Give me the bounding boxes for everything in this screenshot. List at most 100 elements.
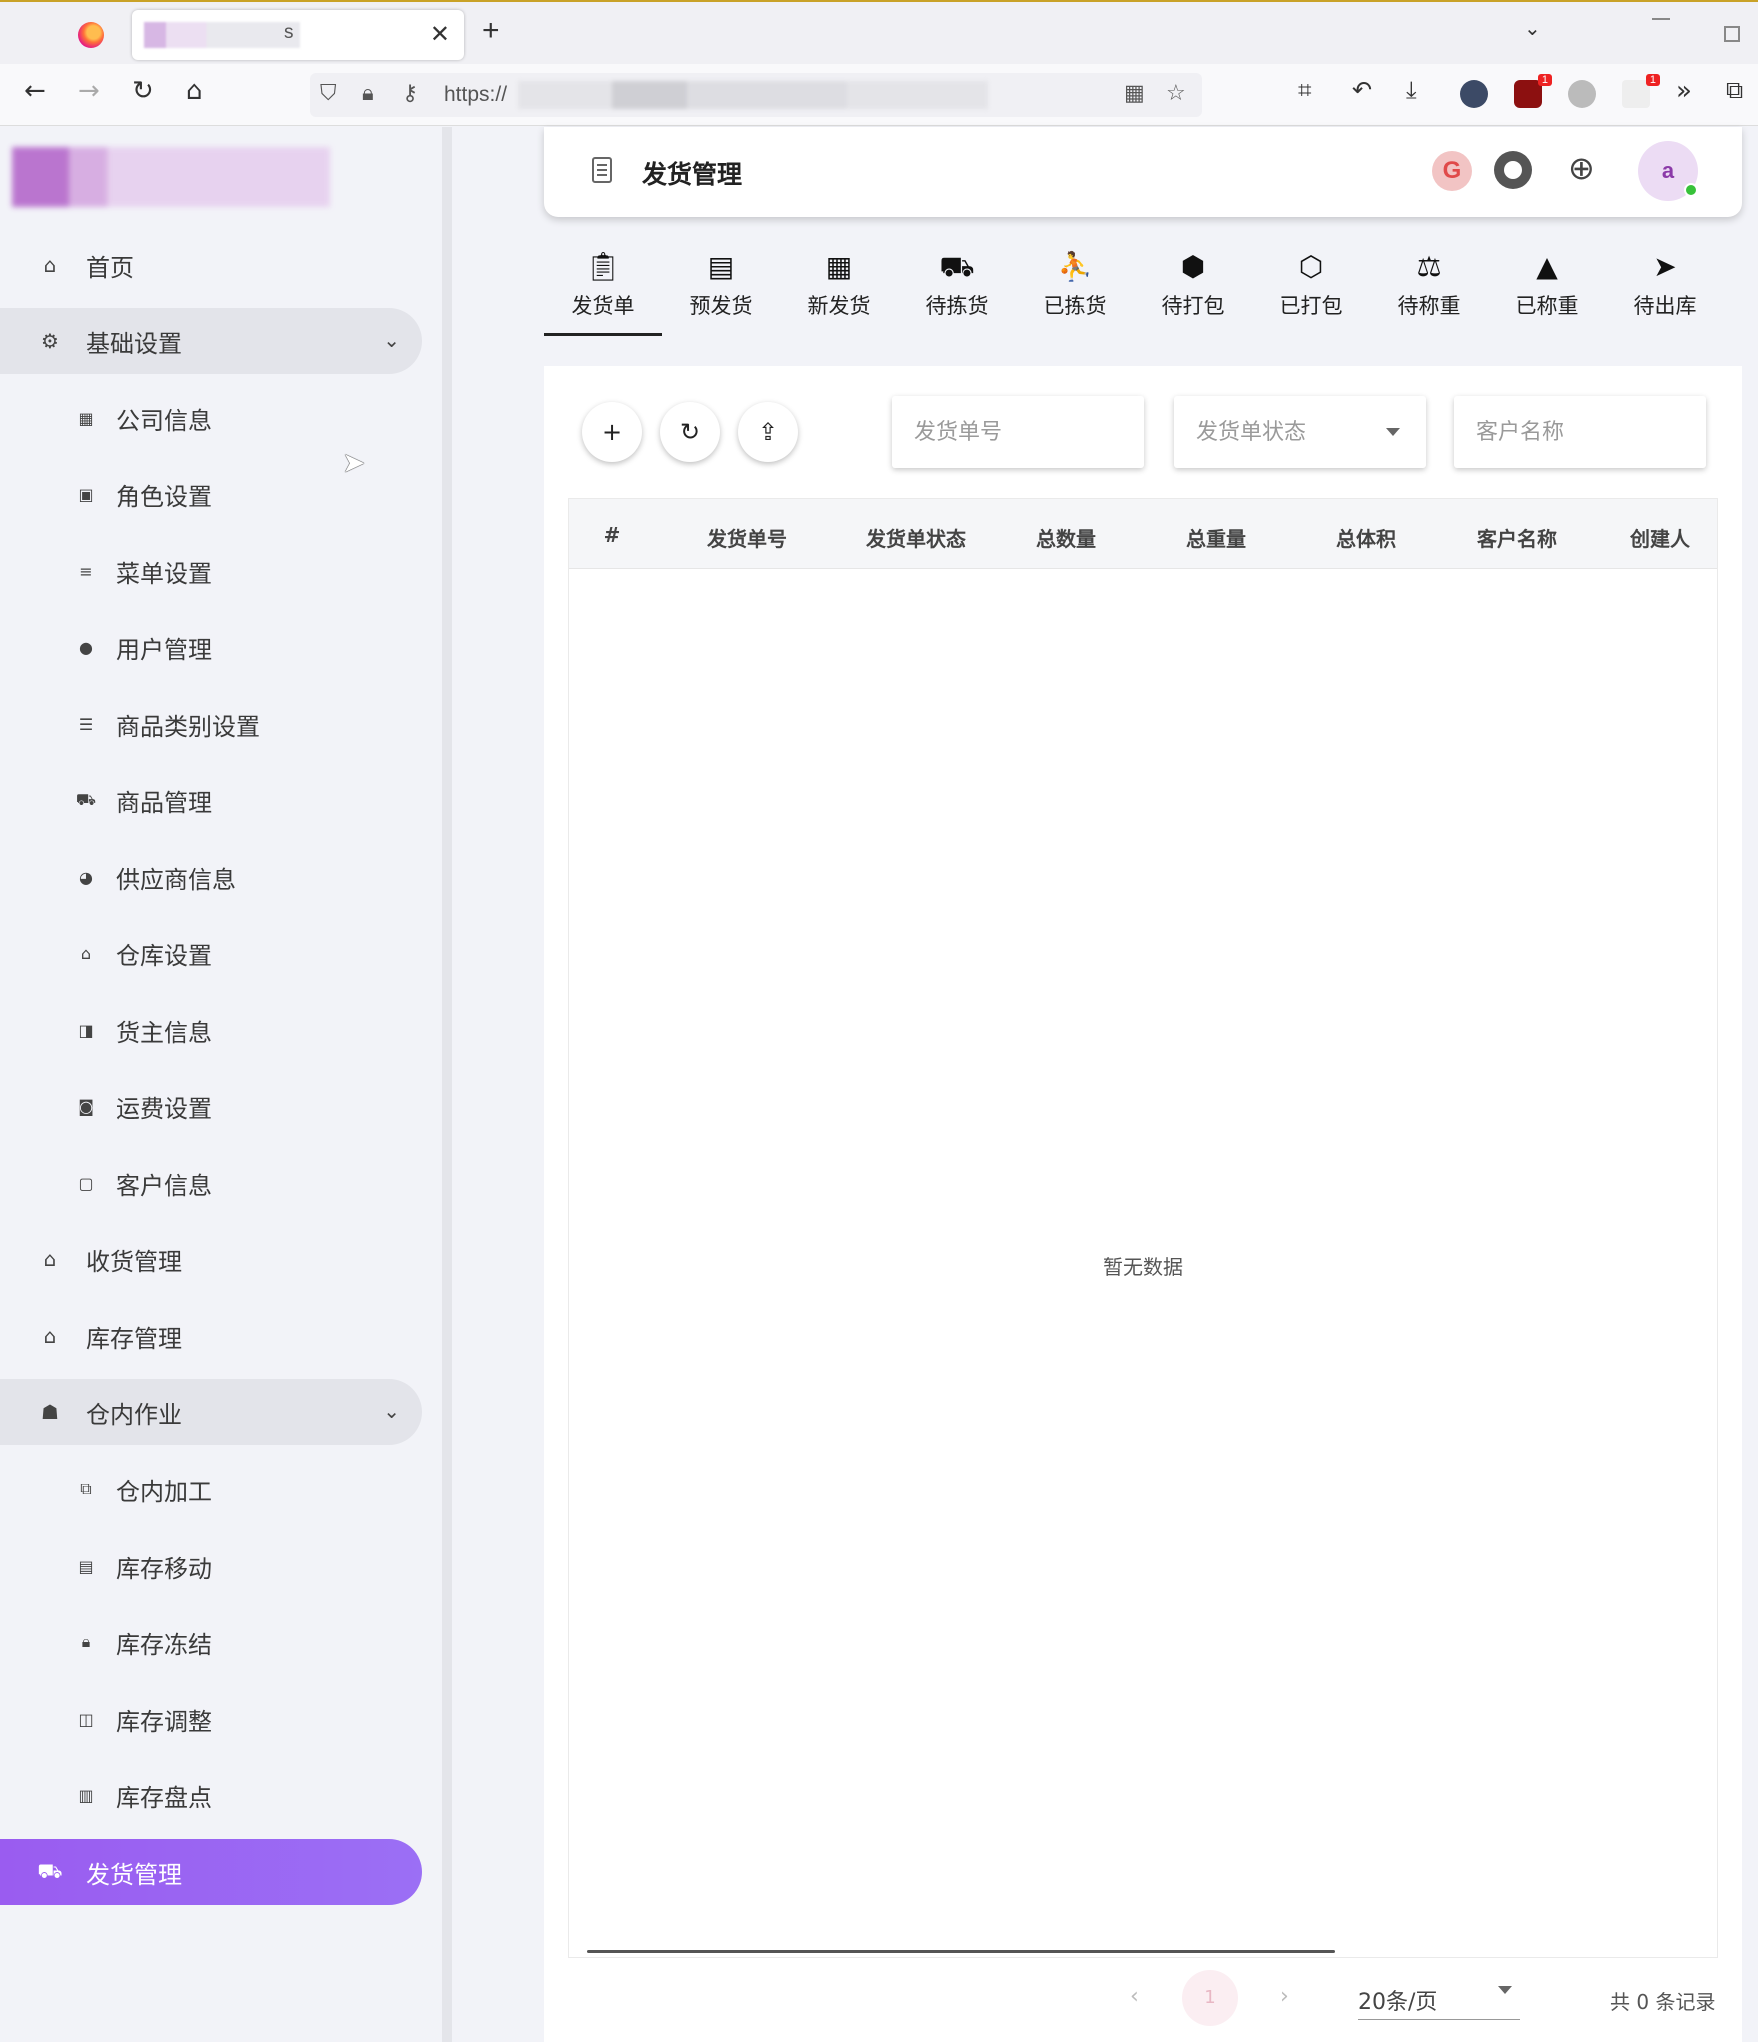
refresh-button[interactable]: ↻ [660,402,720,462]
badge-icon: ▣ [78,484,94,504]
tab-pre-dispatch[interactable]: ▤ 预发货 [662,248,780,336]
content-card: + ↻ ⇪ # 发货单号 发货单状态 总数量 总重量 总体积 客户名称 创建人 … [544,366,1742,2042]
back-arrow-icon[interactable]: ← [24,78,46,104]
sidebar-item-label: 库存盘点 [116,1783,212,1812]
column-header-status[interactable]: 发货单状态 [831,523,1001,552]
cart-icon: ⛟ [75,789,97,809]
home-icon[interactable]: ⌂ [186,78,203,104]
column-header-dispatch-no[interactable]: 发货单号 [677,523,817,552]
sidebar-item-warehouse-settings[interactable]: ⌂ 仓库设置 [0,920,422,986]
sidebar-item-shipping[interactable]: ⛟ 发货管理 [0,1839,422,1905]
customer-field[interactable] [1454,396,1706,468]
sidebar-item-inventory[interactable]: ⌂ 库存管理 [0,1303,422,1369]
sidebar-item-menu-settings[interactable]: ≡ 菜单设置 [0,538,422,604]
sidebar-item-freight-settings[interactable]: ◙ 运费设置 [0,1073,422,1139]
sidebar-item-stock-adjust[interactable]: ◫ 库存调整 [0,1686,422,1752]
sidebar-item-label: 收货管理 [86,1247,182,1276]
column-header-total-qty[interactable]: 总数量 [1001,523,1131,552]
translate-extension-icon[interactable]: 1 [1622,74,1660,108]
home-icon: ⌂ [43,253,57,277]
reload-icon[interactable]: ↻ [132,78,154,104]
tab-list-chevron-icon[interactable]: ⌄ [1524,16,1541,40]
prev-page-icon[interactable]: ‹ [1130,1984,1139,2009]
dispatch-no-input[interactable] [892,396,1144,468]
window-minimize-button[interactable] [1652,18,1670,20]
browser-tab[interactable]: s ✕ [132,10,464,60]
sidebar-item-supplier-info[interactable]: ◕ 供应商信息 [0,844,422,910]
sidebar-item-warehouse-ops[interactable]: ☗ 仓内作业 ⌄ [0,1379,422,1445]
overflow-menu-icon[interactable]: » [1676,78,1692,104]
tab-dispatch-order[interactable]: 📋︎ 发货单 [544,248,662,336]
crop-icon[interactable]: ⌗ [1298,78,1312,102]
sidebar-item-label: 用户管理 [116,635,212,664]
tab-label: 已打包 [1279,294,1343,318]
column-header-total-weight[interactable]: 总重量 [1151,523,1281,552]
sidebar-item-user-management[interactable]: ● 用户管理 [0,614,422,680]
key-icon[interactable]: ⚷ [402,81,418,106]
g-extension-icon[interactable]: G [1432,151,1472,191]
shipping-icon: ⛟ [37,1858,63,1883]
new-tab-button[interactable]: + [482,14,500,48]
sidebar-item-company-info[interactable]: ▦ 公司信息 [0,385,422,451]
forward-arrow-icon[interactable]: → [78,78,100,104]
add-button[interactable]: + [582,402,642,462]
online-status-dot [1684,183,1698,197]
status-select[interactable] [1174,396,1426,468]
qr-code-icon[interactable]: ▦ [1124,81,1145,106]
sidebar-item-home[interactable]: ⌂ 首页 [0,232,422,298]
tab-label: 新发货 [807,294,871,318]
github-icon[interactable] [1494,151,1532,189]
bookmark-star-icon[interactable]: ☆ [1166,81,1186,106]
sidebar-item-product-management[interactable]: ⛟ 商品管理 [0,767,422,833]
download-icon[interactable]: ⤓ [1406,78,1417,102]
tab-new-dispatch[interactable]: ▦ 新发货 [780,248,898,336]
sidebar-item-label: 仓内作业 [86,1400,182,1429]
customer-input[interactable] [1454,396,1706,468]
export-button[interactable]: ⇪ [738,402,798,462]
lock-icon[interactable]: 🔒︎ [362,81,374,106]
sidebar-item-processing[interactable]: ⧉ 仓内加工 [0,1456,422,1522]
sidebar-item-owner-info[interactable]: ◨ 货主信息 [0,997,422,1063]
dispatch-no-field[interactable] [892,396,1144,468]
tab-to-ship-out[interactable]: ➤ 待出库 [1606,248,1724,336]
window-maximize-button[interactable] [1724,26,1740,42]
sidebar-item-label: 库存冻结 [116,1630,212,1659]
money-icon: ◙ [78,1096,94,1116]
sidebar-item-label: 客户信息 [116,1171,212,1200]
pagination: ‹ 1 › 20条/页 共 0 条记录 [544,1958,1742,2038]
sidebar-item-stock-move[interactable]: ▤ 库存移动 [0,1533,422,1599]
tab-picked[interactable]: ⛹ 已拣货 [1016,248,1134,336]
close-tab-icon[interactable]: ✕ [430,20,450,48]
extensions-puzzle-icon[interactable]: ⧉ [1726,78,1743,102]
sidebar-item-basic-settings[interactable]: ⚙ 基础设置 ⌄ [0,308,422,374]
column-header-index[interactable]: # [587,523,637,547]
column-header-customer[interactable]: 客户名称 [1447,523,1587,552]
page-size-select[interactable]: 20条/页 [1358,1980,1520,2020]
sidebar-item-receiving[interactable]: ⌂ 收货管理 [0,1226,422,1292]
column-header-creator[interactable]: 创建人 [1601,523,1719,552]
column-header-total-volume[interactable]: 总体积 [1301,523,1431,552]
sidebar-item-stock-freeze[interactable]: 🔒︎ 库存冻结 [0,1609,422,1675]
url-bar[interactable]: ⛉ 🔒︎ ⚷ https:// ▦ ☆ [310,73,1202,117]
sidebar-item-label: 角色设置 [116,482,212,511]
next-page-icon[interactable]: › [1280,1984,1289,2009]
page-number-current[interactable]: 1 [1182,1970,1238,2026]
sidebar-item-label: 库存管理 [86,1324,182,1353]
undo-icon[interactable]: ↶ [1352,78,1372,102]
sidebar-item-customer-info[interactable]: ▢ 客户信息 [0,1150,422,1216]
tab-to-pack[interactable]: ⬢ 待打包 [1134,248,1252,336]
tab-to-weigh[interactable]: ⚖ 待称重 [1370,248,1488,336]
sidebar-item-product-category[interactable]: ☰ 商品类别设置 [0,691,422,757]
extension-circle-icon[interactable] [1568,80,1596,108]
list-box-icon: ▤ [707,250,735,283]
tab-weighed[interactable]: ▲ 已称重 [1488,248,1606,336]
tab-packed[interactable]: ⬡ 已打包 [1252,248,1370,336]
shield-icon[interactable]: ⛉ [320,81,337,106]
tab-to-pick[interactable]: ⛟ 待拣货 [898,248,1016,336]
ublock-icon[interactable]: 1 [1514,74,1552,108]
sidebar-item-stock-count[interactable]: ▥ 库存盘点 [0,1762,422,1828]
extension-cursor-icon[interactable] [1460,80,1488,108]
language-globe-icon[interactable]: ⊕ [1568,149,1595,187]
horizontal-scrollbar[interactable] [587,1950,1335,1953]
empty-state-text: 暂无数据 [1103,1255,1183,1279]
